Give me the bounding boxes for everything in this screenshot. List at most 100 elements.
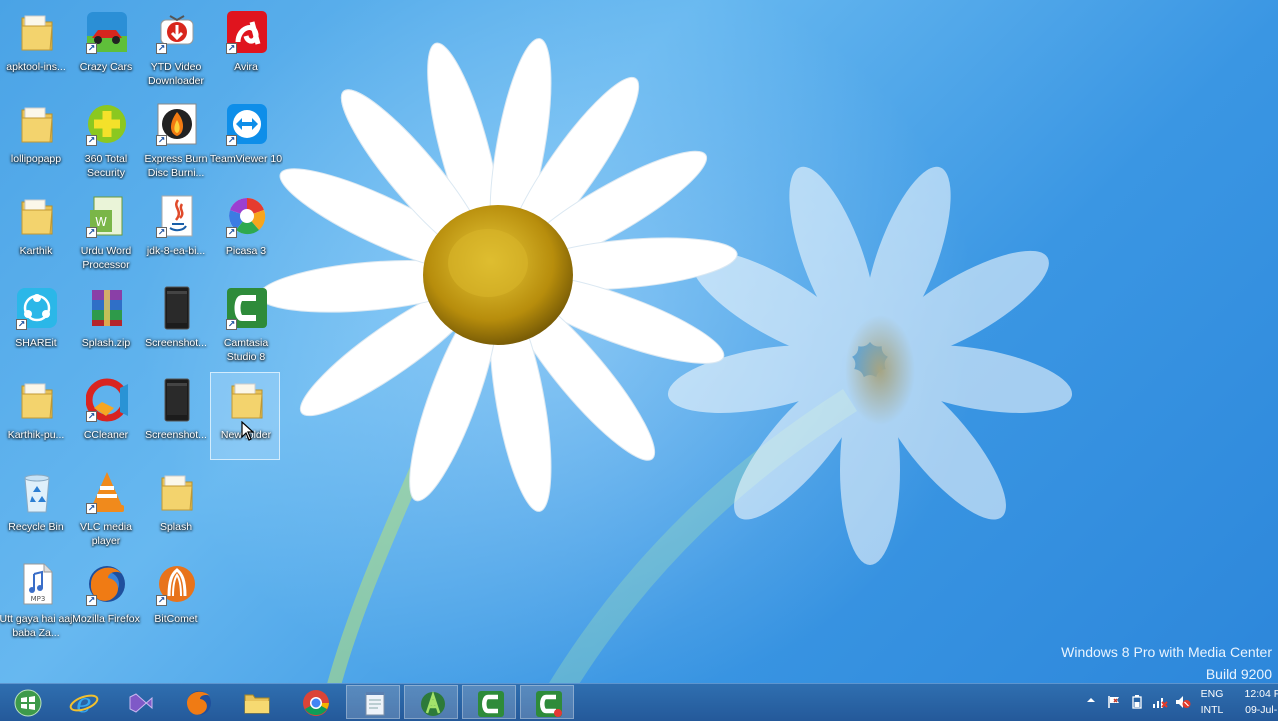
camtasia-icon: ↗ bbox=[226, 286, 268, 330]
java-icon: ↗ bbox=[156, 194, 198, 238]
taskbar-button-internet-explorer[interactable]: e bbox=[56, 685, 110, 719]
desktop-icon-label: Splash.zip bbox=[81, 337, 131, 349]
shortcut-arrow-icon: ↗ bbox=[86, 227, 97, 238]
taskbar-button-camtasia[interactable] bbox=[462, 685, 516, 719]
taskbar-button-visual-studio[interactable] bbox=[113, 685, 167, 719]
taskbar-button-notepad[interactable] bbox=[346, 685, 400, 719]
watermark-edition: Windows 8 Pro with Media Center bbox=[1061, 644, 1272, 660]
vlc-icon: ↗ bbox=[86, 470, 128, 514]
mp3-file-icon: MP3 bbox=[16, 562, 58, 606]
desktop-icon-label: Express Burn Disc Burni... bbox=[144, 153, 208, 179]
desktop-icon-label: Screenshot... bbox=[145, 429, 207, 441]
desktop-icon[interactable]: ↗ CCleaner bbox=[70, 372, 140, 460]
keyboard-layout: INTL bbox=[1200, 704, 1224, 716]
folder-icon bbox=[16, 378, 58, 422]
phone-screenshot-icon bbox=[156, 286, 198, 330]
desktop-icon-label: apktool-ins... bbox=[6, 61, 66, 73]
desktop-icon-label: Picasa 3 bbox=[225, 245, 267, 257]
folder-icon bbox=[16, 102, 58, 146]
desktop-icon-label: Mozilla Firefox bbox=[72, 613, 140, 625]
system-tray: ENG INTL 12:04 PM 09-Jul-15 bbox=[1038, 684, 1278, 721]
folder-icon bbox=[16, 194, 58, 238]
desktop-icon-label: jdk-8-ea-bi... bbox=[146, 245, 206, 257]
desktop-icon[interactable]: New folder bbox=[210, 372, 280, 460]
show-hidden-icons-chevron-icon[interactable] bbox=[1086, 695, 1096, 705]
ytd-downloader-icon: ↗ bbox=[156, 10, 198, 54]
taskbar-button-start-orb[interactable] bbox=[0, 685, 54, 719]
desktop-icon[interactable]: ↗ Picasa 3 bbox=[210, 188, 280, 276]
input-language-indicator[interactable]: ENG INTL bbox=[1198, 686, 1226, 718]
desktop-icon-label: 360 Total Security bbox=[84, 153, 128, 179]
desktop-icon[interactable]: ↗ Express Burn Disc Burni... bbox=[140, 96, 210, 184]
desktop-icon-label: SHAREit bbox=[15, 337, 57, 349]
shortcut-arrow-icon: ↗ bbox=[86, 595, 97, 606]
desktop-icon[interactable]: apktool-ins... bbox=[0, 4, 70, 92]
clock[interactable]: 12:04 PM 09-Jul-15 bbox=[1232, 686, 1278, 718]
desktop-icon[interactable]: ↗ VLC media player bbox=[70, 464, 140, 552]
desktop-icon[interactable]: ↗ Crazy Cars bbox=[70, 4, 140, 92]
desktop-icon-label: Screenshot... bbox=[145, 337, 207, 349]
desktop-icon[interactable]: Splash bbox=[140, 464, 210, 552]
desktop-icon[interactable]: ↗ jdk-8-ea-bi... bbox=[140, 188, 210, 276]
shortcut-arrow-icon: ↗ bbox=[226, 319, 237, 330]
desktop-icon[interactable]: ↗ SHAREit bbox=[0, 280, 70, 368]
desktop-icon[interactable]: ↗ 360 Total Security bbox=[70, 96, 140, 184]
taskbar-button-file-explorer[interactable] bbox=[229, 685, 283, 719]
windows-build-watermark: Windows 8 Pro with Media Center Build 92… bbox=[1061, 641, 1272, 685]
desktop-icon-label: TeamViewer 10 bbox=[209, 153, 283, 165]
shortcut-arrow-icon: ↗ bbox=[86, 43, 97, 54]
desktop-icon[interactable]: ↗ BitComet bbox=[140, 556, 210, 644]
desktop-icon-label: Recycle Bin bbox=[8, 521, 64, 533]
desktop-icon[interactable]: ↗ Camtasia Studio 8 bbox=[210, 280, 280, 368]
urdu-word-icon: W ↗ bbox=[86, 194, 128, 238]
shortcut-arrow-icon: ↗ bbox=[156, 135, 167, 146]
desktop-icon[interactable]: ↗ Avira bbox=[210, 4, 280, 92]
desktop-icon[interactable]: Screenshot... bbox=[140, 372, 210, 460]
taskbar-button-firefox[interactable] bbox=[171, 685, 225, 719]
phone-screenshot-icon bbox=[156, 378, 198, 422]
desktop-icon[interactable]: ↗ TeamViewer 10 bbox=[209, 96, 283, 184]
shortcut-arrow-icon: ↗ bbox=[226, 43, 237, 54]
ccleaner-icon: ↗ bbox=[85, 378, 129, 422]
desktop-icon-label: lollipopapp bbox=[10, 153, 62, 165]
desktop-icon[interactable]: W ↗ Urdu Word Processor bbox=[70, 188, 140, 276]
network-icon[interactable] bbox=[1152, 695, 1168, 709]
watermark-build: Build 9200 bbox=[1205, 666, 1272, 682]
desktop-icon[interactable]: Splash.zip bbox=[70, 280, 140, 368]
battery-icon[interactable] bbox=[1132, 695, 1142, 709]
folder-icon bbox=[16, 10, 58, 54]
desktop-icon[interactable]: ↗ Mozilla Firefox bbox=[70, 556, 140, 644]
shareit-icon: ↗ bbox=[16, 286, 58, 330]
volume-muted-icon[interactable] bbox=[1175, 695, 1191, 709]
shortcut-arrow-icon: ↗ bbox=[156, 227, 167, 238]
taskbar-button-android-studio[interactable] bbox=[404, 685, 458, 719]
taskbar-button-camtasia-recorder[interactable] bbox=[520, 685, 574, 719]
desktop-icon[interactable]: Recycle Bin bbox=[0, 464, 70, 552]
shortcut-arrow-icon: ↗ bbox=[226, 227, 237, 238]
shortcut-arrow-icon: ↗ bbox=[156, 43, 167, 54]
shortcut-arrow-icon: ↗ bbox=[86, 135, 97, 146]
firefox-icon: ↗ bbox=[86, 562, 128, 606]
winrar-icon bbox=[86, 286, 128, 330]
avira-icon: ↗ bbox=[226, 10, 268, 54]
desktop-icon-label: Utt gaya hai aaj baba Za... bbox=[0, 613, 73, 639]
desktop-icon-label: Crazy Cars bbox=[79, 61, 133, 73]
desktop-icon[interactable]: Screenshot... bbox=[140, 280, 210, 368]
express-burn-icon: ↗ bbox=[156, 102, 198, 146]
desktop-icon-label: BitComet bbox=[154, 613, 198, 625]
desktop-icon-label: Karthik-pu... bbox=[7, 429, 65, 441]
desktop-icon[interactable]: Karthik bbox=[0, 188, 70, 276]
desktop-icon[interactable]: MP3 Utt gaya hai aaj baba Za... bbox=[0, 556, 73, 644]
desktop-icon-label: Avira bbox=[234, 61, 258, 73]
shortcut-arrow-icon: ↗ bbox=[86, 411, 97, 422]
desktop-icon-label: Splash bbox=[159, 521, 193, 533]
desktop-icon-grid: apktool-ins... ↗ Crazy Cars ↗ YTD Video Down… bbox=[0, 0, 290, 680]
desktop-icon-label: Karthik bbox=[19, 245, 53, 257]
svg-text:e: e bbox=[76, 689, 91, 718]
bitcomet-icon: ↗ bbox=[156, 562, 198, 606]
desktop-icon[interactable]: lollipopapp bbox=[0, 96, 70, 184]
action-center-flag-icon[interactable] bbox=[1107, 695, 1121, 709]
desktop-icon[interactable]: ↗ YTD Video Downloader bbox=[140, 4, 210, 92]
taskbar-button-chrome[interactable] bbox=[288, 685, 342, 719]
desktop-icon[interactable]: Karthik-pu... bbox=[0, 372, 70, 460]
